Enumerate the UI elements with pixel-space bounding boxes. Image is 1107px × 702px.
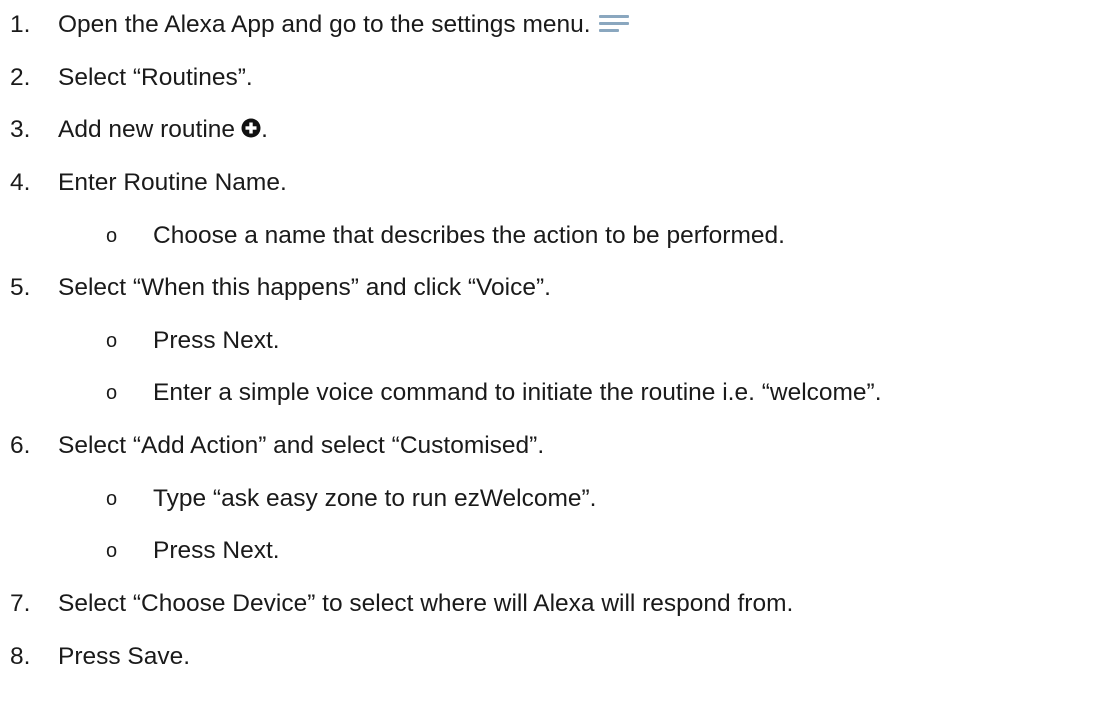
sub-step-text: Choose a name that describes the action … (153, 222, 785, 249)
step-number: 1. (10, 11, 31, 38)
step-text-suffix: . (261, 116, 268, 143)
step-text: Select “Add Action” and select “Customis… (58, 432, 545, 459)
step-text: Open the Alexa App and go to the setting… (58, 11, 591, 38)
step-text: Enter Routine Name. (58, 169, 287, 196)
step-text: Press Save. (58, 643, 191, 670)
bullet-icon: o (106, 382, 118, 404)
step-number: 2. (10, 64, 31, 91)
sub-step-text: Press Next. (153, 537, 280, 564)
step-number: 5. (10, 274, 31, 301)
step-text: Select “Choose Device” to select where w… (58, 590, 794, 617)
menu-icon (598, 13, 629, 33)
bullet-icon: o (106, 488, 118, 510)
step-text: Select “When this happens” and click “Vo… (58, 274, 551, 301)
bullet-icon: o (106, 330, 118, 352)
plus-circle-icon (241, 118, 261, 138)
bullet-icon: o (106, 540, 118, 562)
step-number: 6. (10, 432, 31, 459)
sub-step-text: Enter a simple voice command to initiate… (153, 379, 882, 406)
step-number: 8. (10, 643, 31, 670)
sub-step-text: Press Next. (153, 327, 280, 354)
sub-step-text: Type “ask easy zone to run ezWelcome”. (153, 485, 597, 512)
step-number: 3. (10, 116, 31, 143)
instruction-document: 1. Open the Alexa App and go to the sett… (0, 0, 1107, 702)
step-number: 7. (10, 590, 31, 617)
step-text: Select “Routines”. (58, 64, 253, 91)
step-text: Add new routine (58, 116, 236, 143)
bullet-icon: o (106, 225, 118, 247)
step-number: 4. (10, 169, 31, 196)
